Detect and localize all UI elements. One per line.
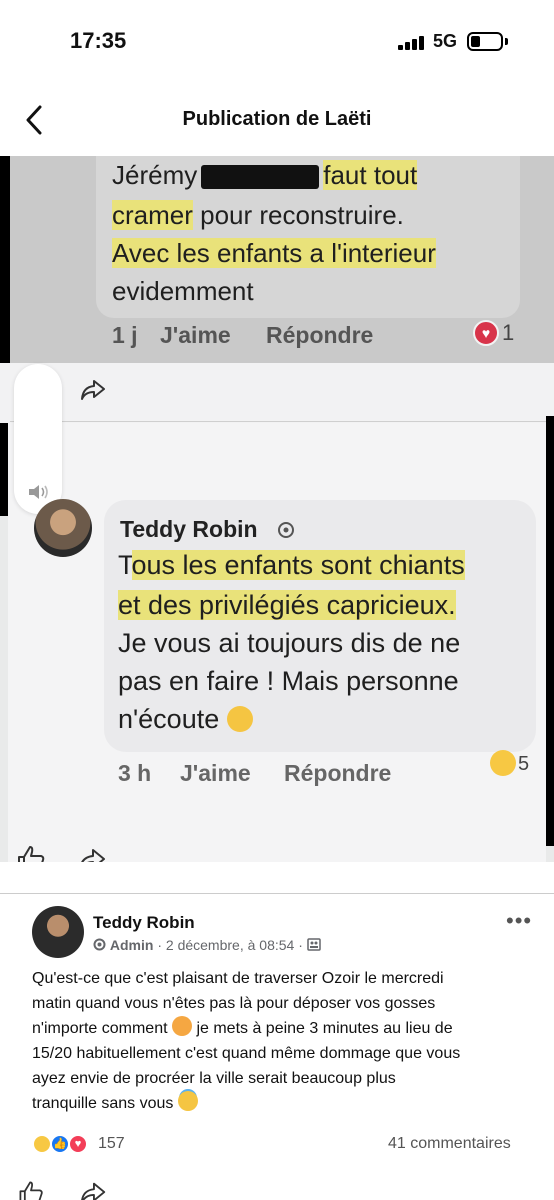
comment1-highlight: faut tout (323, 160, 418, 190)
post-text: tranquille sans vous (32, 1095, 174, 1112)
screen: 17:35 5G Publication de Laëti Jérémy faut… (0, 0, 554, 1200)
volume-control[interactable] (14, 364, 62, 514)
haha-reaction-icon (490, 750, 516, 776)
share-icon (81, 380, 105, 400)
avatar (34, 499, 92, 557)
post-line: tranquille sans vous (32, 1091, 532, 1116)
comment2-highlight-2: et des privilégiés capricieux. (118, 590, 456, 620)
smiling-hearts-emoji-icon (172, 1016, 192, 1036)
comment2-line2: et des privilégiés capricieux. (118, 590, 456, 621)
verified-badge-icon (278, 522, 294, 538)
divider (10, 421, 546, 422)
divider (0, 893, 554, 894)
comment1-like: J'aime (160, 322, 231, 348)
comment1-line2: cramer pour reconstruire. (112, 200, 404, 231)
halo-emoji-icon (177, 1091, 198, 1111)
comment2-author: Teddy Robin (120, 516, 258, 542)
like-icon (19, 1181, 43, 1200)
haha-reaction-icon (32, 1134, 52, 1154)
volume-icon (29, 485, 48, 499)
post-image[interactable]: Jérémy faut tout cramer pour reconstruire… (0, 156, 554, 862)
comment2-text-5: n'écoute (118, 704, 220, 734)
like-button[interactable] (16, 1178, 46, 1200)
comment1-line1: Jérémy faut tout (112, 160, 418, 191)
network-label: 5G (433, 31, 458, 51)
post-line: matin quand vous n'êtes pas là pour dépo… (32, 995, 436, 1012)
comment1-reply: Répondre (266, 322, 374, 348)
post-author-name[interactable]: Teddy Robin (93, 913, 195, 933)
comment1-author: Jérémy (112, 160, 198, 190)
share-icon (81, 1182, 106, 1200)
comment2-reply: Répondre (284, 760, 392, 786)
battery-icon (467, 32, 503, 51)
like-icon (18, 846, 45, 862)
heart-reaction-icon: ♥ (473, 320, 499, 346)
comment1-highlight-2: cramer (112, 200, 193, 230)
comment1-text: pour reconstruire. (192, 200, 404, 230)
post-meta: Admin · 2 décembre, à 08:54 · (93, 937, 321, 953)
comment1-line3: Avec les enfants a l'interieur (112, 238, 436, 269)
post-text: n'importe comment (32, 1020, 168, 1037)
post-line: ayez envie de procréer la ville serait b… (32, 1070, 396, 1087)
love-reaction-icon: ♥ (68, 1134, 88, 1154)
post-line: n'importe comment je mets à peine 3 minu… (32, 1016, 532, 1041)
comment2-line1: Tous les enfants sont chiants (118, 550, 465, 581)
page-header: Publication de Laëti (0, 84, 554, 156)
page-title: Publication de Laëti (182, 108, 372, 130)
comment2-line5: n'écoute (118, 704, 253, 735)
post-date: · 2 décembre, à 08:54 · (153, 937, 307, 953)
comment1-reaction-count: 1 (502, 320, 515, 345)
rolling-eyes-emoji-icon (226, 706, 253, 732)
comment2-time: 3 h (118, 760, 152, 786)
more-options-button[interactable]: ••• (506, 908, 532, 934)
admin-badge-icon (93, 938, 106, 951)
redaction-bar (201, 165, 320, 190)
group-icon (307, 938, 321, 951)
comment2-highlight: ous les enfants sont chiants (131, 550, 465, 580)
more-icon: ••• (506, 908, 533, 933)
post-line: 15/20 habituellement c'est quand même do… (32, 1045, 461, 1062)
comment2-text: T (118, 550, 132, 580)
post-author-avatar[interactable] (32, 906, 84, 958)
comment1-line4: evidemment (112, 276, 254, 306)
signal-icon (398, 36, 426, 50)
comment2-reaction-count: 5 (518, 753, 530, 775)
comment2-line4: pas en faire ! Mais personne (118, 666, 459, 696)
post-line: Qu'est-ce que c'est plaisant de traverse… (32, 970, 444, 987)
comment2-line3: Je vous ai toujours dis de ne (118, 628, 461, 658)
comments-count[interactable]: 41 commentaires (388, 1135, 511, 1153)
post-body: Qu'est-ce que c'est plaisant de traverse… (32, 966, 532, 1116)
status-bar: 17:35 5G (0, 0, 554, 84)
comment1-time: 1 j (112, 322, 138, 348)
post-role: Admin (109, 937, 154, 953)
image-edge-right (546, 416, 554, 846)
share-icon (81, 849, 105, 862)
like-reaction-icon: 👍 (50, 1134, 70, 1154)
status-time: 17:35 (70, 28, 127, 53)
battery-tip (505, 38, 508, 45)
reactions-count[interactable]: 157 (98, 1135, 125, 1153)
post-text: je mets à peine 3 minutes au lieu de (192, 1020, 453, 1037)
comment1-highlight-3: Avec les enfants a l'interieur (112, 238, 436, 268)
comment2-like: J'aime (180, 760, 251, 786)
share-button[interactable] (78, 1178, 108, 1200)
